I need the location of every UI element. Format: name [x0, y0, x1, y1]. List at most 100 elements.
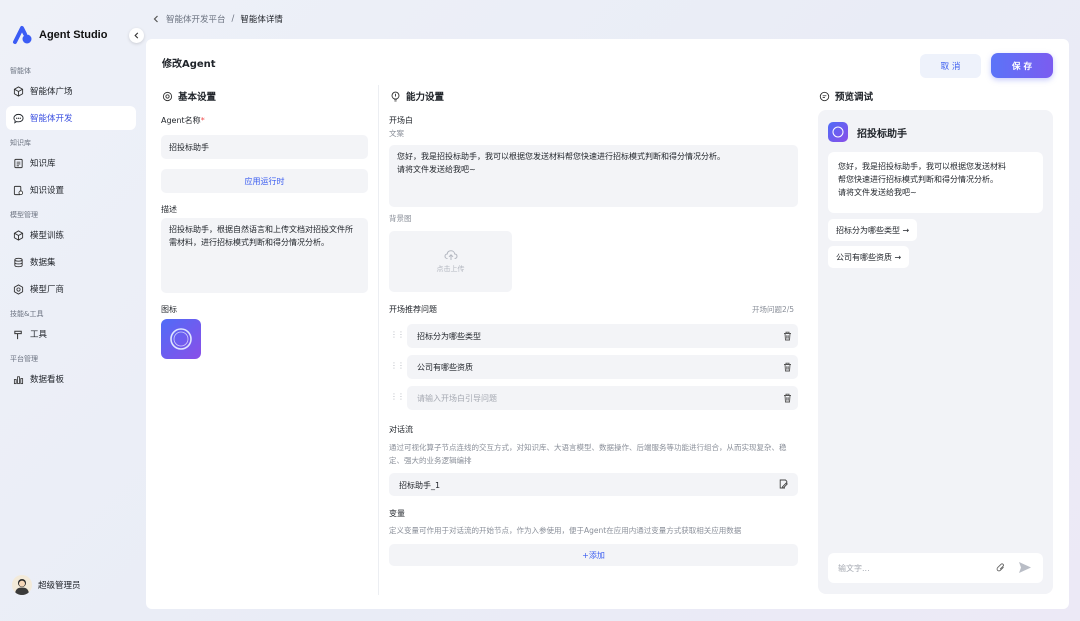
sidebar-item-dashboard[interactable]: 数据看板 [6, 367, 136, 391]
trash-icon[interactable] [783, 393, 792, 403]
app-name: Agent Studio [39, 29, 108, 41]
lightbulb-icon [391, 91, 400, 101]
upload-label: 点击上传 [436, 265, 465, 273]
greeting-line: 请将文件发送给我吧~ [838, 188, 917, 197]
sidebar-item-tools[interactable]: 工具 [6, 322, 136, 346]
sidebar-item-agent-dev[interactable]: 智能体开发 [6, 106, 136, 130]
brand[interactable]: Agent Studio [11, 25, 107, 45]
agent-avatar-image[interactable] [161, 319, 201, 359]
ability-settings-title: 能力设置 [390, 89, 444, 103]
suggestion-chip[interactable]: 公司有哪些资质 → [828, 246, 910, 268]
cancel-button[interactable]: 取 消 [920, 54, 981, 78]
collapse-sidebar-button[interactable] [129, 28, 144, 43]
user-profile[interactable]: 超级管理员 [12, 575, 81, 595]
question-input[interactable]: 招标分为哪些类型 [407, 324, 798, 348]
sidebar-item-model-training[interactable]: 模型训练 [6, 223, 136, 247]
background-label: 背景图 [389, 214, 412, 223]
database-icon [14, 257, 23, 267]
greeting-line: 帮您快速进行招标模式判断和得分情况分析。 [838, 175, 998, 184]
question-input[interactable]: 公司有哪些资质 [407, 355, 798, 379]
doc-settings-icon [13, 185, 24, 195]
sidebar-item-agent-plaza[interactable]: 智能体广场 [6, 79, 136, 103]
drag-handle-icon[interactable]: ⋮⋮ [390, 330, 405, 339]
questions-label: 开场推荐问题 [389, 305, 437, 314]
sidebar-item-model-vendor[interactable]: 模型厂商 [6, 277, 136, 301]
upload-cloud-icon [443, 250, 458, 260]
description-textarea[interactable]: 招投标助手，根据自然语言和上传文档对招投文件所需材料，进行招标模式判断和得分情况… [161, 218, 368, 293]
drag-handle-icon[interactable]: ⋮⋮ [390, 361, 405, 370]
opening-text-line: 您好，我是招投标助手，我可以根据您发送材料帮您快速进行招标模式判断和得分情况分析… [397, 152, 725, 161]
variable-description: 定义变量可作用于对话流的开始节点，作为入参使用，便于Agent在应用内通过变量方… [389, 526, 742, 535]
cube-icon [13, 229, 24, 241]
variable-label: 变量 [389, 509, 405, 518]
page-title: 修改Agent [162, 59, 216, 70]
opening-label: 开场白 [389, 116, 413, 125]
greeting-line: 您好，我是招投标助手，我可以根据您发送材料 [838, 162, 1006, 171]
agent-name-label: Agent名称* [161, 115, 205, 126]
settings-icon [162, 91, 173, 101]
agent-preview-avatar [828, 122, 848, 142]
avatar [12, 575, 32, 595]
agent-studio-logo-icon [13, 26, 32, 44]
opening-textarea[interactable]: 您好，我是招投标助手，我可以根据您发送材料帮您快速进行招标模式判断和得分情况分析… [389, 145, 798, 207]
flow-description: 通过可视化算子节点连线的交互方式，对知识库、大语言模型、数据操作、后端服务等功能… [389, 443, 787, 465]
attachment-icon[interactable] [996, 563, 1006, 573]
sidebar-item-label: 模型厂商 [30, 285, 65, 295]
drag-handle-icon[interactable]: ⋮⋮ [390, 392, 405, 401]
main-panel: 修改Agent 取 消 保 存 基本设置 Agent名称* 招投标助手 应用运行… [146, 39, 1069, 609]
trash-icon[interactable] [783, 331, 792, 341]
chat-input-placeholder: 输文字... [838, 564, 870, 573]
user-name: 超级管理员 [38, 581, 81, 591]
orb-icon [170, 328, 192, 350]
hammer-icon [14, 330, 22, 339]
breadcrumb: 智能体开发平台 / 智能体详情 [152, 13, 283, 25]
questions-count: 开场问题2/5 [752, 305, 795, 314]
sidebar-item-label: 智能体开发 [30, 114, 73, 124]
flow-select[interactable]: 招标助手_1 [389, 473, 798, 496]
sidebar-item-dataset[interactable]: 数据集 [6, 250, 136, 274]
doc-icon [14, 158, 23, 168]
section-label-skills: 技能&工具 [10, 310, 44, 318]
agent-name-label-text: Agent名称 [161, 116, 201, 125]
breadcrumb-parent[interactable]: 智能体开发平台 [166, 13, 226, 25]
chat-input[interactable]: 输文字... [828, 553, 1043, 583]
question-row: ⋮⋮ 请输入开场白引导问题 [389, 386, 799, 410]
section-label-knowledge: 知识库 [10, 139, 31, 147]
opening-text-line: 请将文件发送给我吧~ [397, 165, 476, 174]
basic-settings-title: 基本设置 [162, 89, 216, 103]
save-button[interactable]: 保 存 [991, 53, 1053, 78]
background-upload[interactable]: 点击上传 [389, 231, 512, 292]
chevron-left-icon[interactable] [152, 15, 160, 23]
sidebar-item-label: 数据看板 [30, 375, 65, 385]
flow-label: 对话流 [389, 425, 413, 434]
column-divider [378, 85, 379, 595]
section-label-platform: 平台管理 [10, 355, 38, 363]
ability-settings-label: 能力设置 [406, 92, 445, 103]
question-row: ⋮⋮ 招标分为哪些类型 [389, 324, 799, 348]
question-input-empty[interactable]: 请输入开场白引导问题 [407, 386, 798, 410]
edit-doc-icon[interactable] [779, 479, 788, 489]
flow-value: 招标助手_1 [399, 481, 441, 490]
suggestion-chip[interactable]: 招标分为哪些类型 → [828, 219, 918, 241]
sidebar-item-label: 数据集 [30, 258, 56, 268]
breadcrumb-separator: / [231, 14, 235, 24]
basic-settings-label: 基本设置 [178, 92, 217, 103]
question-row: ⋮⋮ 公司有哪些资质 [389, 355, 799, 379]
agent-name-input[interactable]: 招投标助手 [161, 135, 368, 159]
chat-icon [13, 113, 24, 124]
cube-icon [13, 85, 24, 97]
chat-bubble-icon [819, 91, 830, 101]
greeting-bubble: 您好，我是招投标助手，我可以根据您发送材料 帮您快速进行招标模式判断和得分情况分… [828, 152, 1043, 213]
required-mark: * [200, 116, 205, 125]
sidebar-item-knowledge-settings[interactable]: 知识设置 [6, 178, 136, 202]
section-label-model: 模型管理 [10, 211, 38, 219]
send-icon[interactable] [1018, 561, 1032, 574]
runtime-button[interactable]: 应用运行时 [161, 169, 368, 193]
trash-icon[interactable] [783, 362, 792, 372]
agent-preview-name: 招投标助手 [857, 129, 907, 140]
add-variable-button[interactable]: +添加 [389, 544, 798, 566]
sidebar-item-label: 工具 [30, 330, 48, 340]
sidebar-item-knowledge-base[interactable]: 知识库 [6, 151, 136, 175]
description-label: 描述 [161, 205, 177, 214]
sidebar: Agent Studio 智能体 智能体广场 智能体开发 知识库 知识库 知识设… [0, 0, 146, 621]
